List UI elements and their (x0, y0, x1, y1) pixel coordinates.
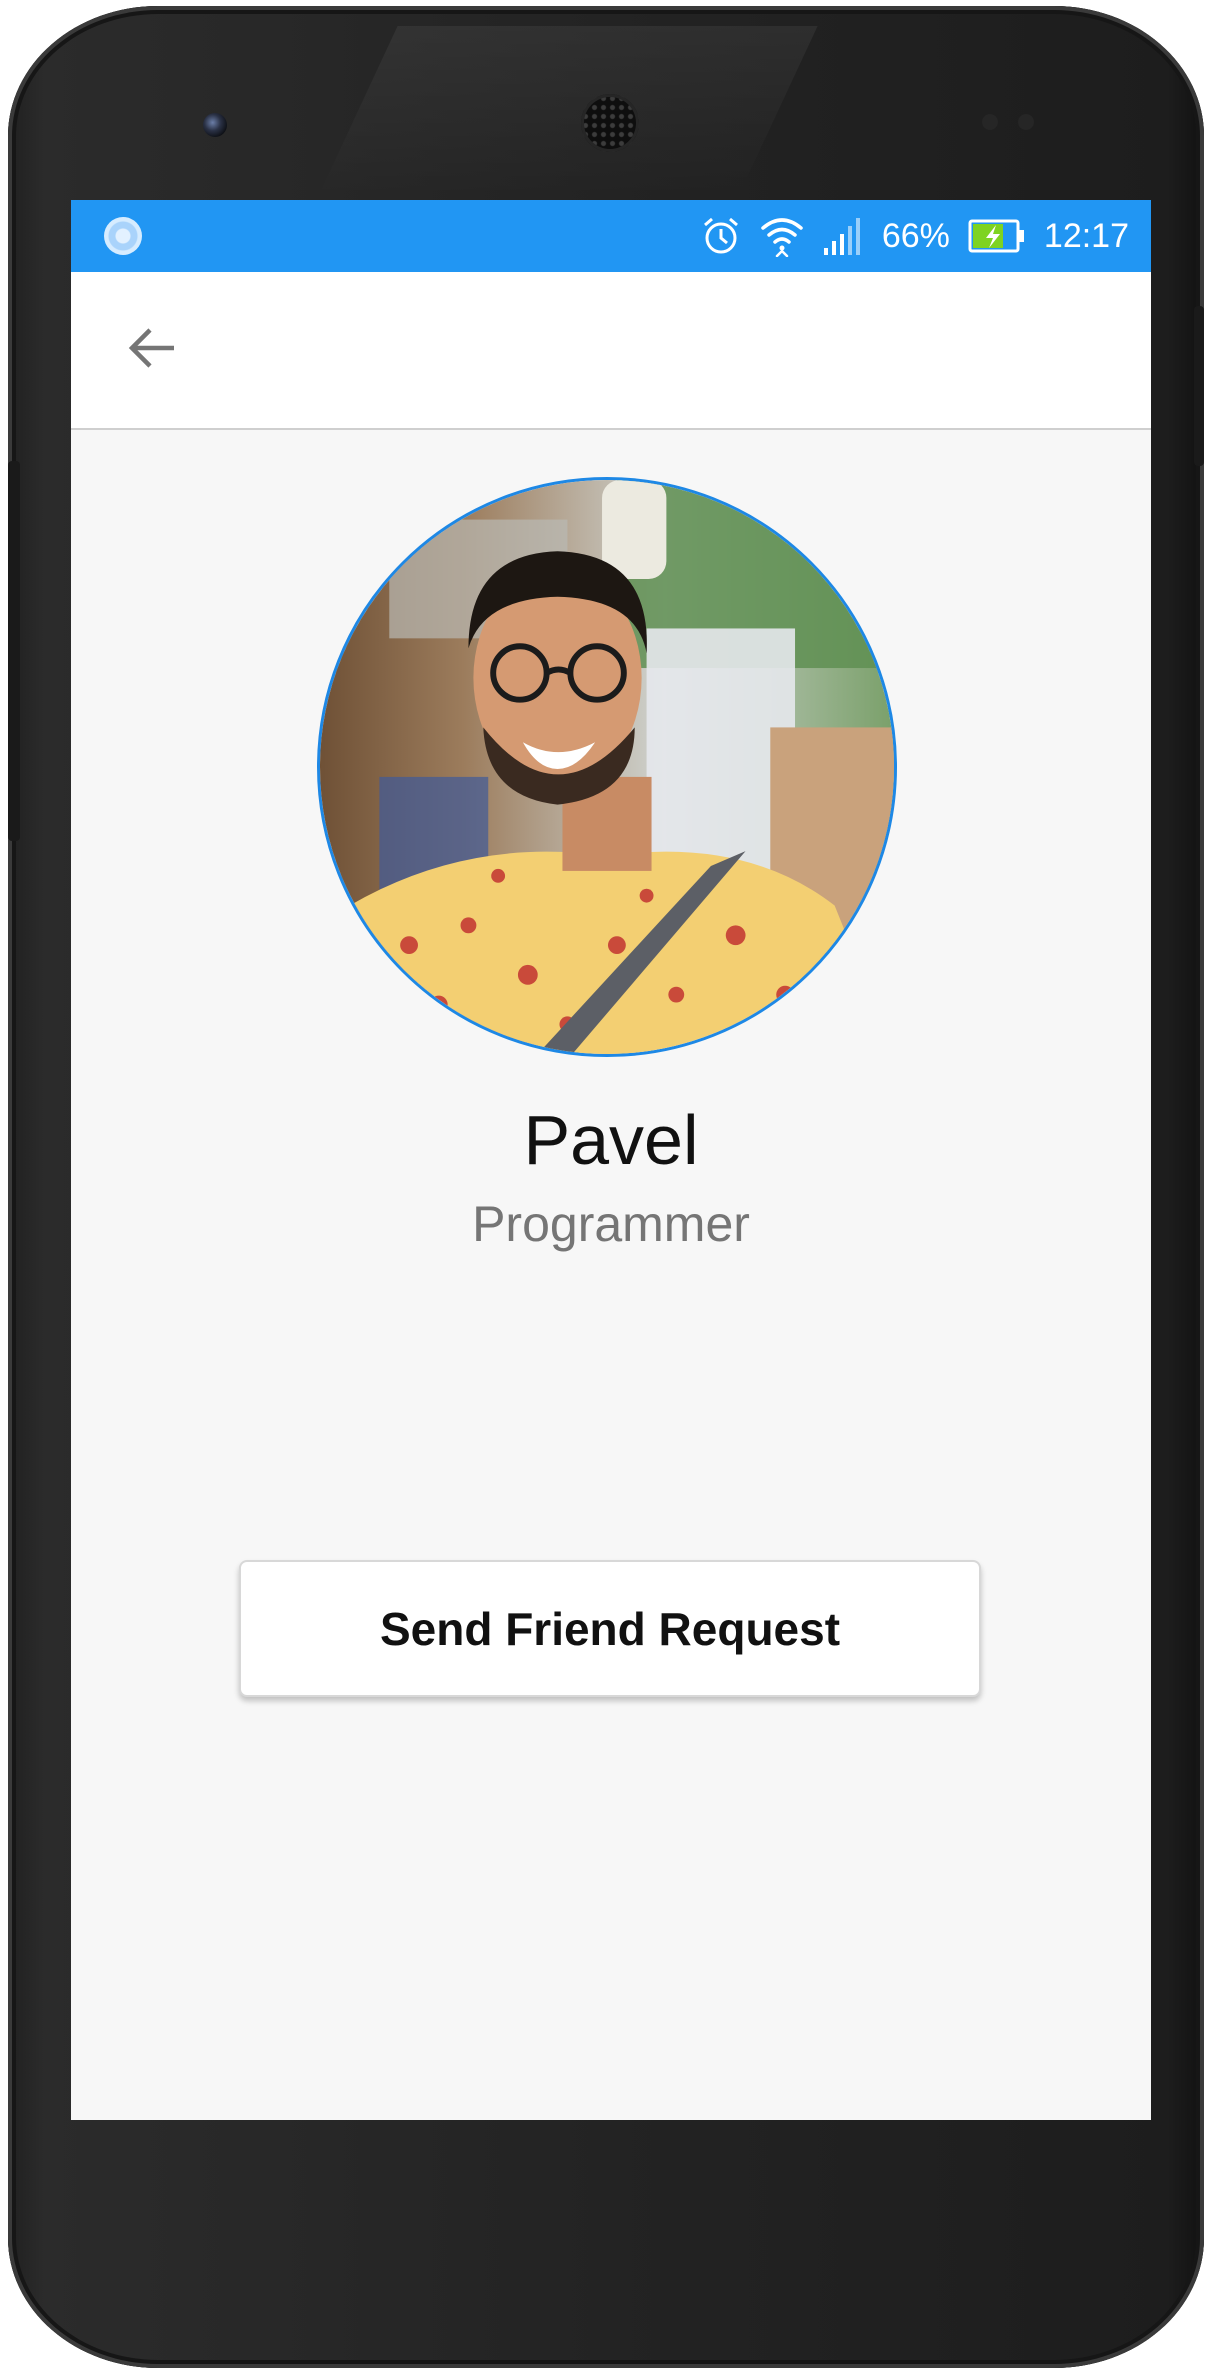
screen: 66% 12:17 Pavel Programmer Send Friend R… (71, 200, 1151, 2120)
wifi-icon (760, 215, 804, 257)
battery-charging-icon (968, 219, 1026, 253)
earpiece-speaker (581, 94, 639, 152)
arrow-back-icon (126, 326, 176, 375)
send-friend-request-button[interactable]: Send Friend Request (239, 1560, 981, 1697)
front-camera (203, 113, 227, 137)
battery-percent: 66% (881, 216, 950, 255)
profile-role: Programmer (472, 1196, 750, 1252)
notification-circle-icon (104, 217, 142, 255)
volume-button (1194, 306, 1204, 466)
proximity-sensor (982, 114, 998, 130)
app-bar (71, 272, 1151, 430)
power-button (8, 461, 20, 841)
status-icons: 66% 12:17 (700, 200, 1129, 272)
clock: 12:17 (1043, 216, 1129, 255)
alarm-icon (700, 215, 742, 257)
status-bar: 66% 12:17 (71, 200, 1151, 272)
light-sensor (1018, 114, 1034, 130)
profile-avatar (317, 477, 897, 1057)
back-button[interactable] (121, 320, 181, 380)
signal-icon (822, 216, 864, 256)
profile-name: Pavel (523, 1101, 699, 1179)
phone-frame: 66% 12:17 Pavel Programmer Send Friend R… (8, 6, 1204, 2368)
glass-reflection (318, 26, 818, 196)
